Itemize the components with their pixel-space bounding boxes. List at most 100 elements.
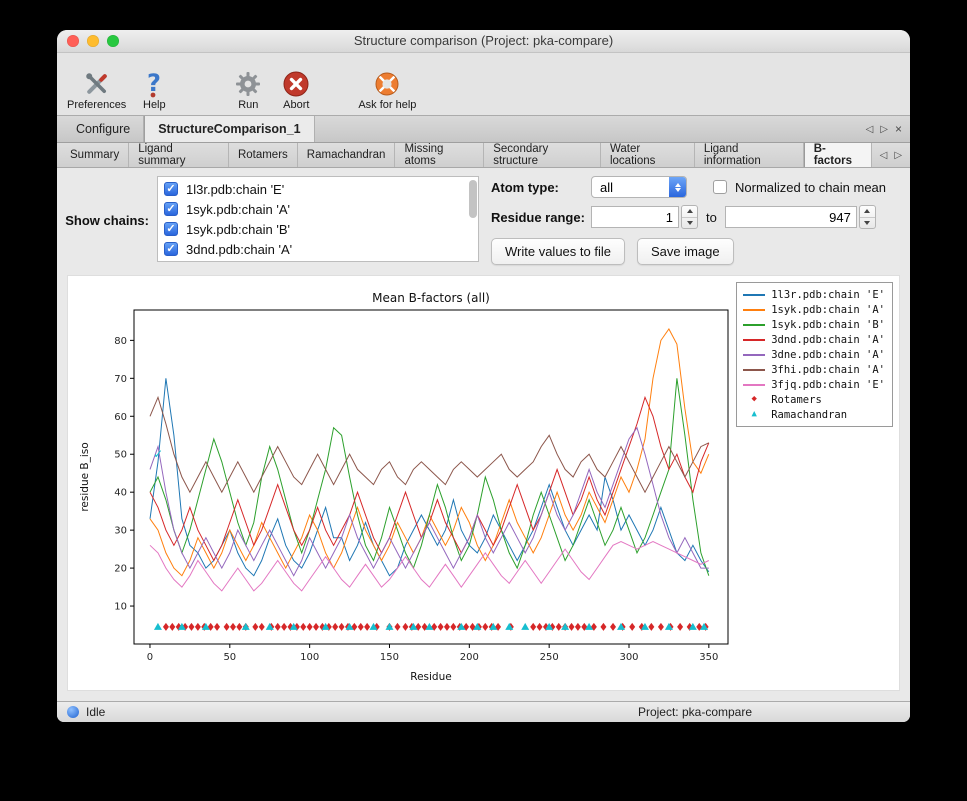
svg-text:100: 100 bbox=[300, 652, 319, 663]
chain-checkbox[interactable] bbox=[164, 242, 178, 256]
residue-from-input[interactable] bbox=[591, 206, 679, 228]
toolbar-label: Preferences bbox=[67, 99, 126, 111]
abort-button[interactable]: Abort bbox=[274, 69, 318, 111]
tab-ligand-summary[interactable]: Ligand summary bbox=[129, 143, 229, 167]
svg-text:60: 60 bbox=[114, 412, 127, 423]
residue-to-stepper[interactable] bbox=[859, 205, 876, 229]
bfactor-chart: 0501001502002503003501020304050607080Mea… bbox=[74, 284, 742, 688]
run-button[interactable]: Run bbox=[226, 69, 270, 111]
tab-structure-comparison[interactable]: StructureComparison_1 bbox=[144, 116, 314, 142]
list-scrollbar[interactable] bbox=[469, 180, 477, 218]
chart-legend: 1l3r.pdb:chain 'E'1syk.pdb:chain 'A'1syk… bbox=[736, 282, 893, 427]
question-icon: ? bbox=[142, 69, 166, 99]
toolbar: Preferences ? Help bbox=[57, 53, 910, 116]
atom-type-select[interactable]: all bbox=[591, 176, 687, 198]
chain-label: 1syk.pdb:chain 'B' bbox=[186, 222, 290, 237]
chain-row[interactable]: 1syk.pdb:chain 'B' bbox=[158, 219, 478, 239]
residue-range-label: Residue range: bbox=[491, 210, 591, 225]
tab-label: Configure bbox=[76, 122, 130, 136]
tab-b-factors[interactable]: B-factors bbox=[804, 143, 872, 167]
legend-label: Ramachandran bbox=[771, 409, 847, 421]
tab-label: Rotamers bbox=[238, 149, 288, 161]
abort-icon bbox=[283, 69, 309, 99]
tab-secondary-structure[interactable]: Secondary structure bbox=[484, 143, 601, 167]
legend-item: 1syk.pdb:chain 'A' bbox=[743, 302, 885, 317]
atom-type-value: all bbox=[600, 180, 613, 195]
legend-label: 1syk.pdb:chain 'A' bbox=[771, 304, 885, 316]
residue-from-stepper[interactable] bbox=[681, 205, 698, 229]
write-values-button[interactable]: Write values to file bbox=[491, 238, 625, 265]
residue-to-label: to bbox=[706, 210, 717, 225]
chain-row[interactable]: 3dnd.pdb:chain 'A' bbox=[158, 239, 478, 259]
title-bar[interactable]: Structure comparison (Project: pka-compa… bbox=[57, 30, 910, 53]
tab-scroll-right-icon[interactable]: ▷ bbox=[880, 124, 888, 135]
legend-line-swatch bbox=[743, 384, 765, 386]
legend-line-swatch bbox=[743, 354, 765, 356]
document-tab-bar: Configure StructureComparison_1 ◁ ▷ × bbox=[57, 116, 910, 143]
legend-label: 3fjq.pdb:chain 'E' bbox=[771, 379, 885, 391]
svg-text:150: 150 bbox=[380, 652, 399, 663]
svg-text:✓: ✓ bbox=[153, 447, 163, 461]
project-name: Project: pka-compare bbox=[638, 705, 752, 719]
zoom-window-button[interactable] bbox=[107, 35, 119, 47]
toolbar-label: Help bbox=[143, 99, 166, 111]
help-button[interactable]: ? Help bbox=[132, 69, 176, 111]
residue-to-input[interactable] bbox=[725, 206, 857, 228]
chain-checkbox[interactable] bbox=[164, 182, 178, 196]
tab-missing-atoms[interactable]: Missing atoms bbox=[395, 143, 484, 167]
show-chains-label: Show chains: bbox=[65, 213, 149, 228]
triangle-marker-icon: ▲ bbox=[743, 410, 765, 419]
show-chains-list[interactable]: 1l3r.pdb:chain 'E' 1syk.pdb:chain 'A' 1s… bbox=[157, 176, 479, 262]
chain-row[interactable]: 1l3r.pdb:chain 'E' bbox=[158, 179, 478, 199]
tab-close-icon[interactable]: × bbox=[895, 122, 902, 136]
chain-row[interactable]: 1syk.pdb:chain 'A' bbox=[158, 199, 478, 219]
result-tab-bar: Summary Ligand summary Rotamers Ramachan… bbox=[57, 143, 910, 168]
close-window-button[interactable] bbox=[67, 35, 79, 47]
ask-for-help-button[interactable]: Ask for help bbox=[358, 69, 416, 111]
chain-checkbox[interactable] bbox=[164, 202, 178, 216]
legend-label: 1syk.pdb:chain 'B' bbox=[771, 319, 885, 331]
preferences-button[interactable]: Preferences bbox=[67, 69, 126, 111]
combo-arrows-icon[interactable] bbox=[669, 177, 686, 197]
normalized-checkbox[interactable] bbox=[713, 180, 727, 194]
atom-type-label: Atom type: bbox=[491, 180, 591, 195]
tab-scroll-left-icon[interactable]: ◁ bbox=[866, 124, 874, 135]
minimize-window-button[interactable] bbox=[87, 35, 99, 47]
legend-item: 1syk.pdb:chain 'B' bbox=[743, 317, 885, 332]
window-title: Structure comparison (Project: pka-compa… bbox=[57, 30, 910, 52]
legend-label: 3fhi.pdb:chain 'A' bbox=[771, 364, 885, 376]
chain-label: 1l3r.pdb:chain 'E' bbox=[186, 182, 284, 197]
save-image-button[interactable]: Save image bbox=[637, 238, 734, 265]
tab-label: B-factors bbox=[814, 143, 862, 167]
controls-panel: Show chains: 1l3r.pdb:chain 'E' 1syk.pdb… bbox=[57, 168, 910, 271]
tab-summary[interactable]: Summary bbox=[61, 143, 129, 167]
subtab-scroll-left-icon[interactable]: ◁ bbox=[880, 150, 888, 161]
svg-text:200: 200 bbox=[460, 652, 479, 663]
tab-ramachandran[interactable]: Ramachandran bbox=[298, 143, 396, 167]
legend-item: 3fjq.pdb:chain 'E' bbox=[743, 377, 885, 392]
gear-icon bbox=[235, 69, 261, 99]
chain-checkbox[interactable] bbox=[164, 222, 178, 236]
tab-label: Ligand information bbox=[704, 143, 794, 167]
content-area: Show chains: 1l3r.pdb:chain 'E' 1syk.pdb… bbox=[57, 168, 910, 701]
subtab-scroll-right-icon[interactable]: ▷ bbox=[894, 150, 902, 161]
tab-ligand-information[interactable]: Ligand information bbox=[695, 143, 804, 167]
tab-label: StructureComparison_1 bbox=[158, 122, 300, 136]
normalized-checkbox-group[interactable]: Normalized to chain mean bbox=[713, 180, 886, 195]
normalized-label: Normalized to chain mean bbox=[735, 180, 886, 195]
status-indicator-icon bbox=[67, 706, 79, 718]
legend-item: ▲ Ramachandran bbox=[743, 407, 885, 422]
status-bar: Idle Project: pka-compare bbox=[57, 701, 910, 722]
legend-item: ◆Rotamers bbox=[743, 392, 885, 407]
tab-rotamers[interactable]: Rotamers bbox=[229, 143, 298, 167]
status-text: Idle bbox=[86, 705, 105, 719]
legend-label: Rotamers bbox=[771, 394, 822, 406]
svg-text:40: 40 bbox=[114, 488, 127, 499]
svg-text:70: 70 bbox=[114, 374, 127, 385]
tab-label: Secondary structure bbox=[493, 143, 591, 167]
svg-text:residue B_iso: residue B_iso bbox=[79, 442, 91, 511]
chain-label: 3dnd.pdb:chain 'A' bbox=[186, 242, 292, 257]
tab-water-locations[interactable]: Water locations bbox=[601, 143, 695, 167]
tab-label: Water locations bbox=[610, 143, 685, 167]
tab-configure[interactable]: Configure bbox=[63, 116, 144, 142]
